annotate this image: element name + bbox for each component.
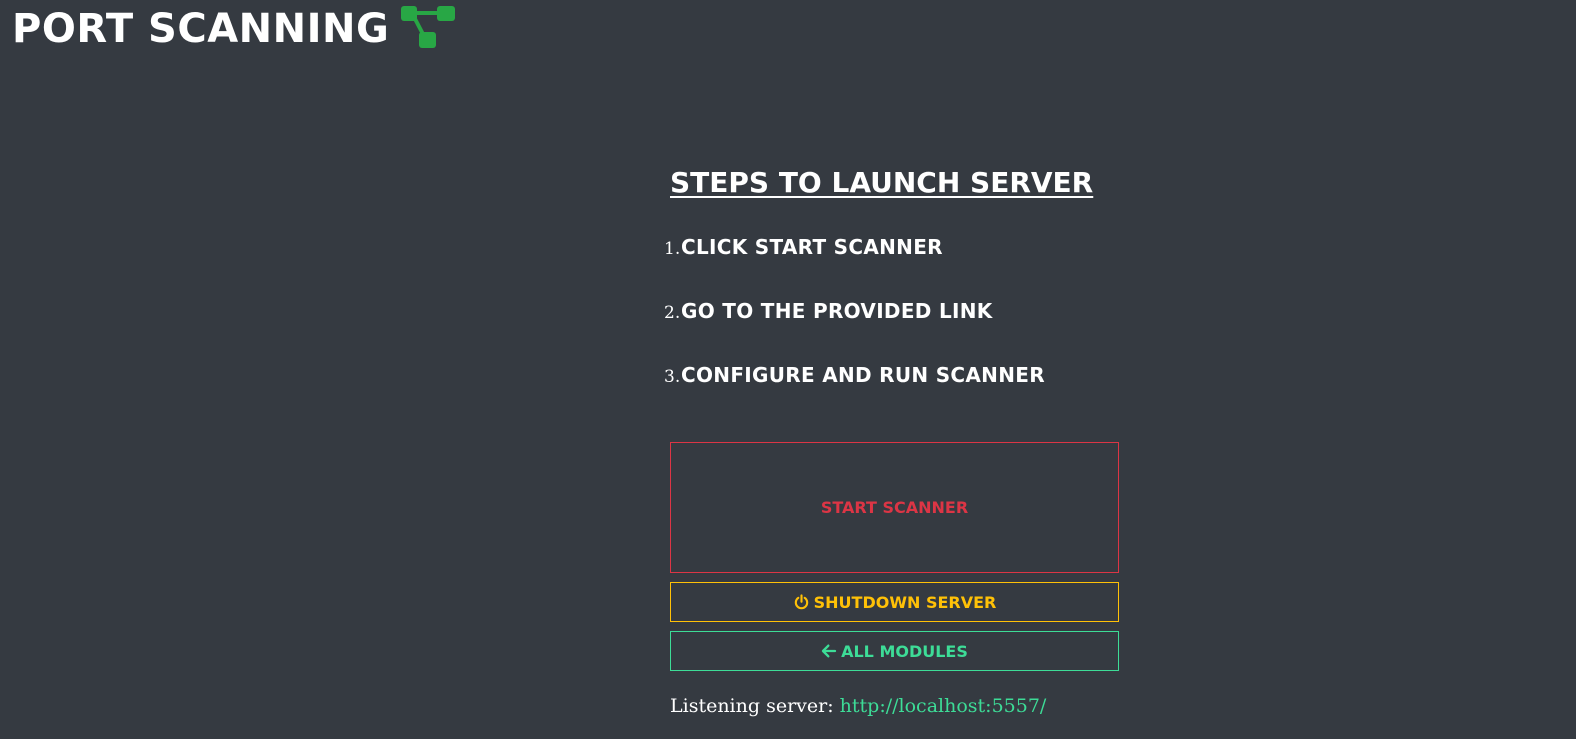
start-scanner-label: START SCANNER	[820, 498, 969, 517]
shutdown-server-label: SHUTDOWN SERVER	[813, 592, 997, 612]
network-nodes-icon	[401, 6, 456, 48]
all-modules-button[interactable]: ALL MODULES	[670, 631, 1119, 671]
arrow-left-icon	[821, 644, 837, 658]
step-number: 3.	[664, 367, 681, 387]
power-icon	[794, 593, 808, 609]
app-header: PORT SCANNING	[12, 6, 457, 52]
steps-heading: STEPS TO LAUNCH SERVER	[670, 166, 1094, 199]
page-title: PORT SCANNING	[12, 6, 390, 52]
step-number: 2.	[664, 303, 681, 323]
list-item: 3. CONFIGURE AND RUN SCANNER	[664, 356, 1120, 420]
step-text: CONFIGURE AND RUN SCANNER	[681, 363, 1045, 387]
step-text: GO TO THE PROVIDED LINK	[681, 299, 993, 323]
shutdown-server-button[interactable]: SHUTDOWN SERVER	[670, 582, 1119, 622]
listening-server-link[interactable]: http://localhost:5557/	[840, 695, 1047, 717]
step-text: CLICK START SCANNER	[681, 235, 943, 259]
start-scanner-button[interactable]: START SCANNER	[670, 442, 1119, 573]
step-number: 1.	[664, 239, 681, 259]
list-item: 2. GO TO THE PROVIDED LINK	[664, 292, 1120, 356]
all-modules-label: ALL MODULES	[841, 641, 968, 661]
listening-server-info: Listening server: http://localhost:5557/	[670, 695, 1120, 717]
launch-panel: STEPS TO LAUNCH SERVER 1. CLICK START SC…	[664, 160, 1120, 717]
list-item: 1. CLICK START SCANNER	[664, 228, 1120, 292]
steps-list: 1. CLICK START SCANNER 2. GO TO THE PROV…	[664, 228, 1120, 420]
listening-server-label: Listening server:	[670, 695, 834, 717]
